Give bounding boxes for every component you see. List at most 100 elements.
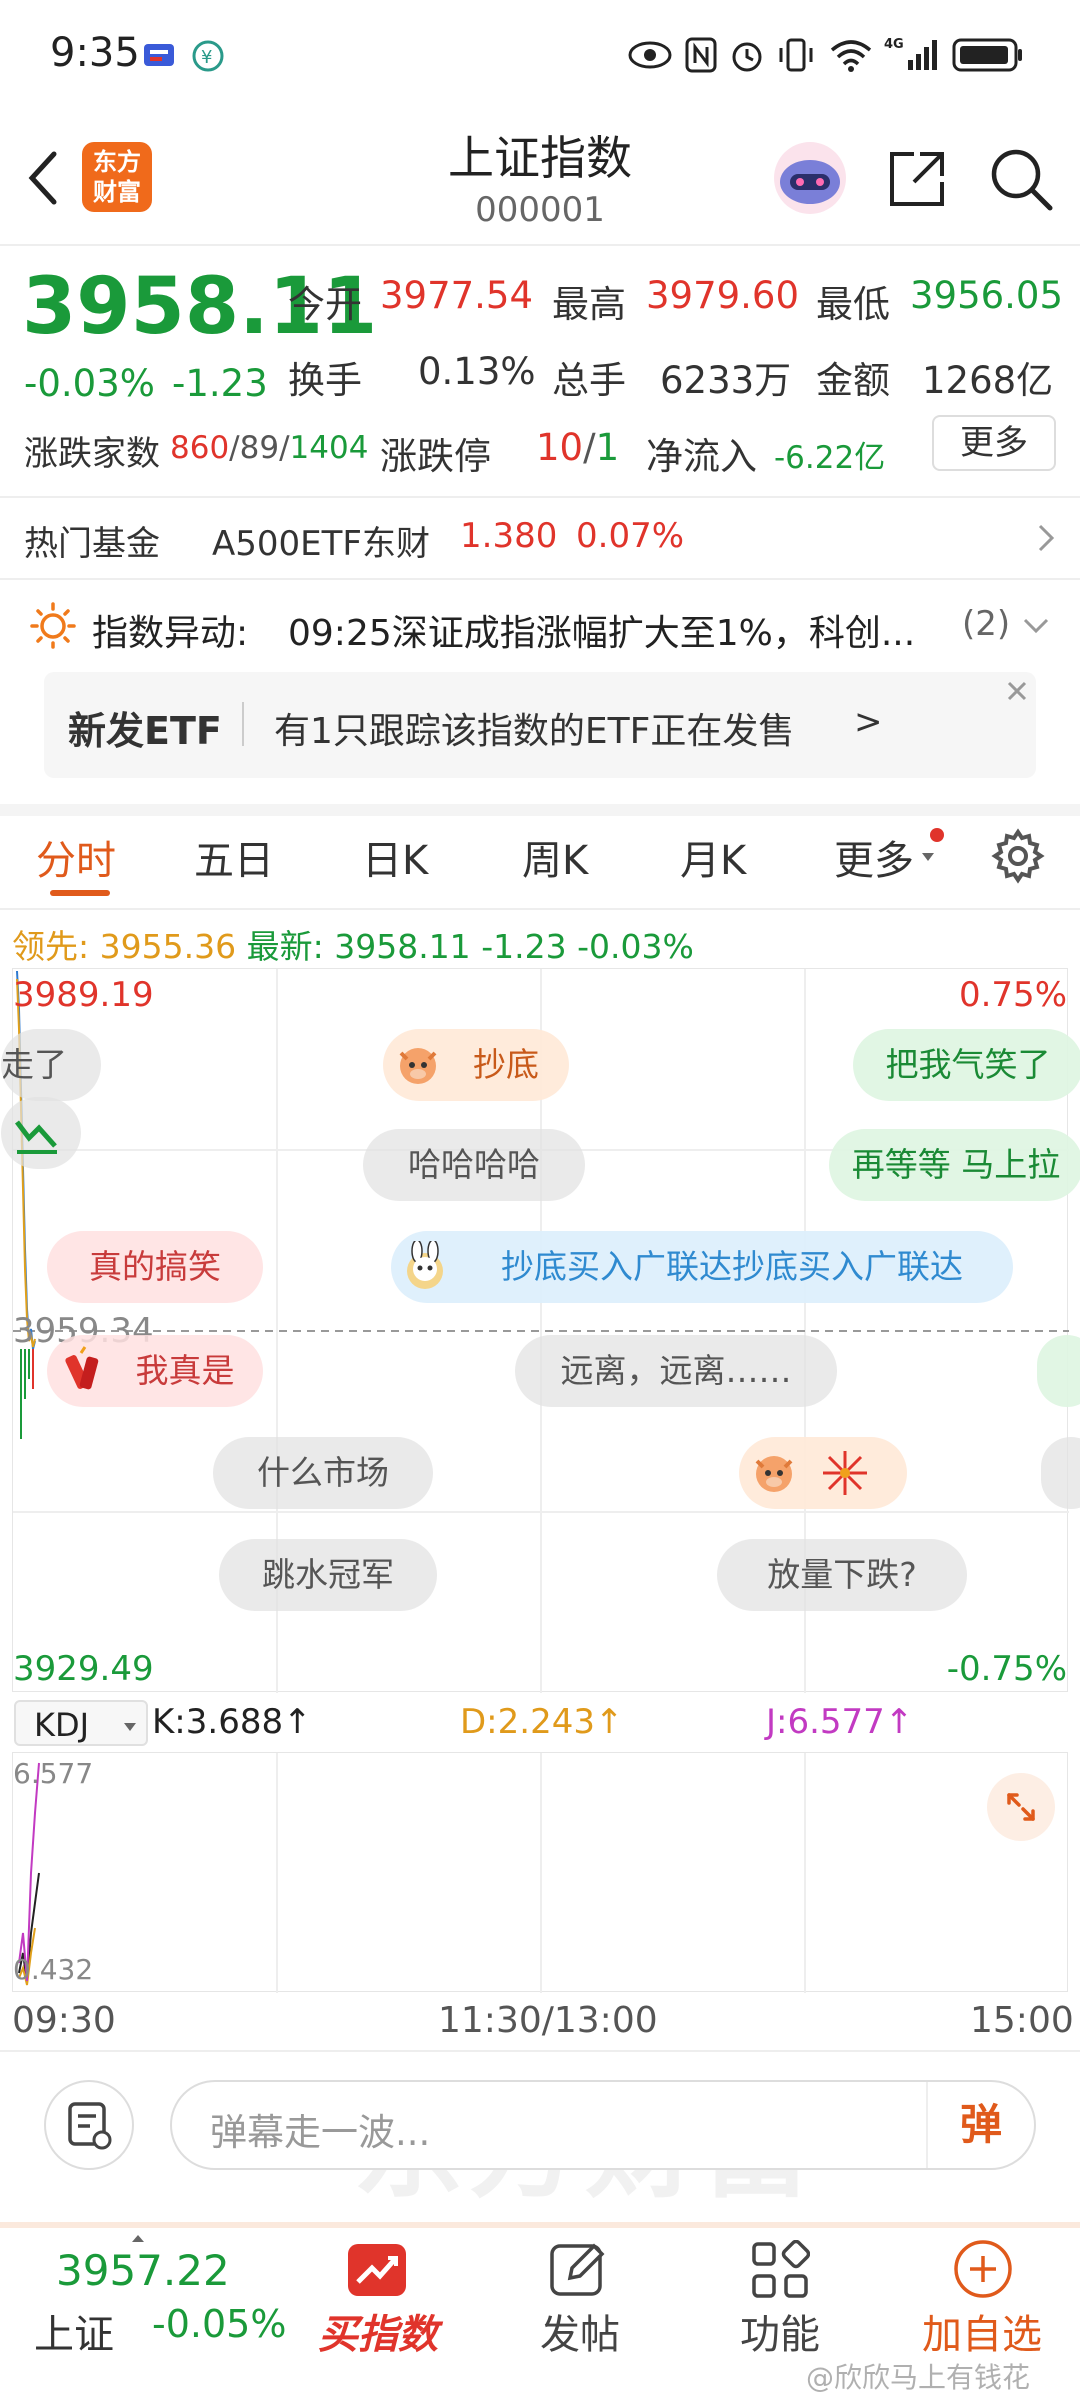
expand-icon[interactable] [987,1773,1055,1841]
indicator-selector[interactable]: KDJ [14,1700,148,1746]
kdj-bottom-value: 0.432 [13,1953,94,1986]
danmu-item[interactable]: 真的搞笑 [47,1231,263,1303]
index-alert-row[interactable]: 指数异动: 09:25深证成指涨幅扩大至1%，科创... (2) [0,590,1080,660]
danmu-item[interactable]: 抄底买入广联达抄底买入广联达 [391,1231,1013,1303]
danmu-item[interactable]: 我真是 [47,1335,263,1407]
svg-text:¥: ¥ [201,47,212,68]
nav-function[interactable]: 功能 [720,2302,840,2360]
intraday-chart[interactable]: 东方财富 3989.19 0.75% 3959.34 3929.49 -0.75… [1,968,1080,2213]
danmu-item[interactable] [739,1437,907,1509]
fireworks-icon [819,1447,871,1509]
collapse-caret-icon[interactable] [130,2228,146,2247]
dropdown-caret-icon [122,1718,138,1737]
limit-values: 10/1 [536,426,620,469]
alert-count: (2) [962,604,1011,644]
danmu-settings-icon[interactable] [44,2080,134,2170]
danmu-item[interactable]: 哈哈哈哈 [363,1129,585,1201]
danmu-item[interactable]: 放量下跌? [717,1539,967,1611]
settings-gear-icon[interactable] [990,828,1046,888]
eye-icon [628,38,672,76]
danmu-item[interactable]: 远离，远离…… [515,1335,837,1407]
nfc-icon [684,36,718,78]
nav-buy-index[interactable]: 买指数 [316,2302,440,2360]
danmu-send-button[interactable]: 弹 [926,2082,1034,2168]
chart-bottom-pct: -0.75% [946,1649,1067,1689]
hot-fund-row[interactable]: 热门基金 A500ETF东财 1.380 0.07% [0,500,1080,574]
chart-down-icon [15,1109,59,1169]
tab-more[interactable]: 更多 [834,828,914,886]
latest-change-pct: -0.03% [577,927,694,966]
add-watch-icon[interactable] [952,2238,1014,2304]
more-stats-button[interactable]: 更多 [932,415,1056,471]
search-icon[interactable] [988,146,1054,216]
bottom-index-pct[interactable]: -0.05% [152,2302,286,2346]
danmu-item[interactable]: 跳水冠军 [219,1539,437,1611]
amount-label: 金额 [816,359,890,402]
ai-assistant-icon[interactable] [770,138,850,222]
danmu-text: 抄底 [473,1045,539,1084]
close-icon[interactable] [1004,678,1030,708]
new-etf-arrow: > [854,702,883,742]
high-value: 3979.60 [646,274,800,317]
vibrate-icon [776,36,816,78]
limit-up: 10 [536,426,584,469]
danmu-text: 我真是 [135,1351,235,1390]
alarm-icon [728,36,766,78]
post-edit-icon[interactable] [548,2240,608,2304]
danmu-item[interactable]: 走了 [1,1029,101,1101]
nav-post[interactable]: 发帖 [520,2302,640,2360]
tab-intraday[interactable]: 分时 [36,828,116,886]
chevron-down-icon[interactable] [1022,616,1050,640]
time-axis-start: 09:30 [12,2000,116,2041]
share-icon[interactable] [886,148,948,214]
time-axis-mid: 11:30/13:00 [438,2000,658,2041]
kdj-chart[interactable]: 6.577 0.432 [12,1752,1068,1993]
lead-value: 3955.36 [99,927,237,966]
nav-add-watch[interactable]: 加自选 [910,2302,1054,2360]
danmu-item[interactable] [1037,1335,1080,1407]
time-axis-end: 15:00 [970,2000,1074,2041]
danmu-item[interactable]: 把我气笑了 [853,1029,1080,1101]
kdj-top-value: 6.577 [13,1757,94,1790]
eastmoney-logo: 东方 财富 [82,142,152,212]
latest-change: -1.23 [481,927,567,966]
tab-five-day[interactable]: 五日 [194,828,274,886]
status-bar: 9:35 ¥ 4G [0,0,1080,115]
danmu-item[interactable] [1,1097,81,1169]
svg-text:4G: 4G [884,37,904,52]
wifi-icon [828,36,874,78]
new-etf-text: 有1只跟踪该指数的ETF正在发售 [274,711,795,752]
tab-daily-k[interactable]: 日K [362,828,428,886]
danmu-text: 抄底买入广联达抄底买入广联达 [501,1247,963,1286]
limit-down: 1 [595,426,620,469]
danmu-item[interactable]: 再等等 马上拉 [829,1129,1080,1201]
danmu-input[interactable]: 弹幕走一波... 弹 [170,2080,1036,2170]
kdj-k-value: K:3.688↑ [152,1702,312,1742]
buy-index-icon[interactable] [346,2242,408,2302]
etf-divider [242,702,244,746]
hot-fund-pct: 0.07% [576,516,685,556]
turnover-label: 换手 [288,359,362,402]
limit-label: 涨跌停 [380,435,491,478]
tab-monthly-k[interactable]: 月K [680,828,746,886]
battery-icon [952,38,1024,76]
app-notification-icon [140,38,180,72]
danmu-item[interactable]: 什么市场 [213,1437,433,1509]
bottom-index-price[interactable]: 3957.22 [56,2246,230,2295]
amount-value: 1268亿 [922,359,1054,402]
hot-fund-price: 1.380 [460,516,558,556]
change-amount: -1.23 [172,362,268,405]
back-icon[interactable] [22,148,62,212]
low-label: 最低 [816,283,890,326]
volume-value: 6233万 [660,359,792,402]
hot-fund-name: A500ETF东财 [212,524,430,564]
new-etf-banner[interactable]: 新发ETF 有1只跟踪该指数的ETF正在发售 > [44,672,1036,778]
tab-weekly-k[interactable]: 周K [522,828,588,886]
breadth-values: 860/89/1404 [170,430,369,466]
sun-icon [28,600,78,654]
low-value: 3956.05 [910,274,1064,317]
bottom-index-name[interactable]: 上证 [34,2302,114,2360]
danmu-item[interactable]: 抄底 [383,1029,569,1101]
function-grid-icon[interactable] [750,2239,811,2304]
tabs-divider [0,908,1080,910]
